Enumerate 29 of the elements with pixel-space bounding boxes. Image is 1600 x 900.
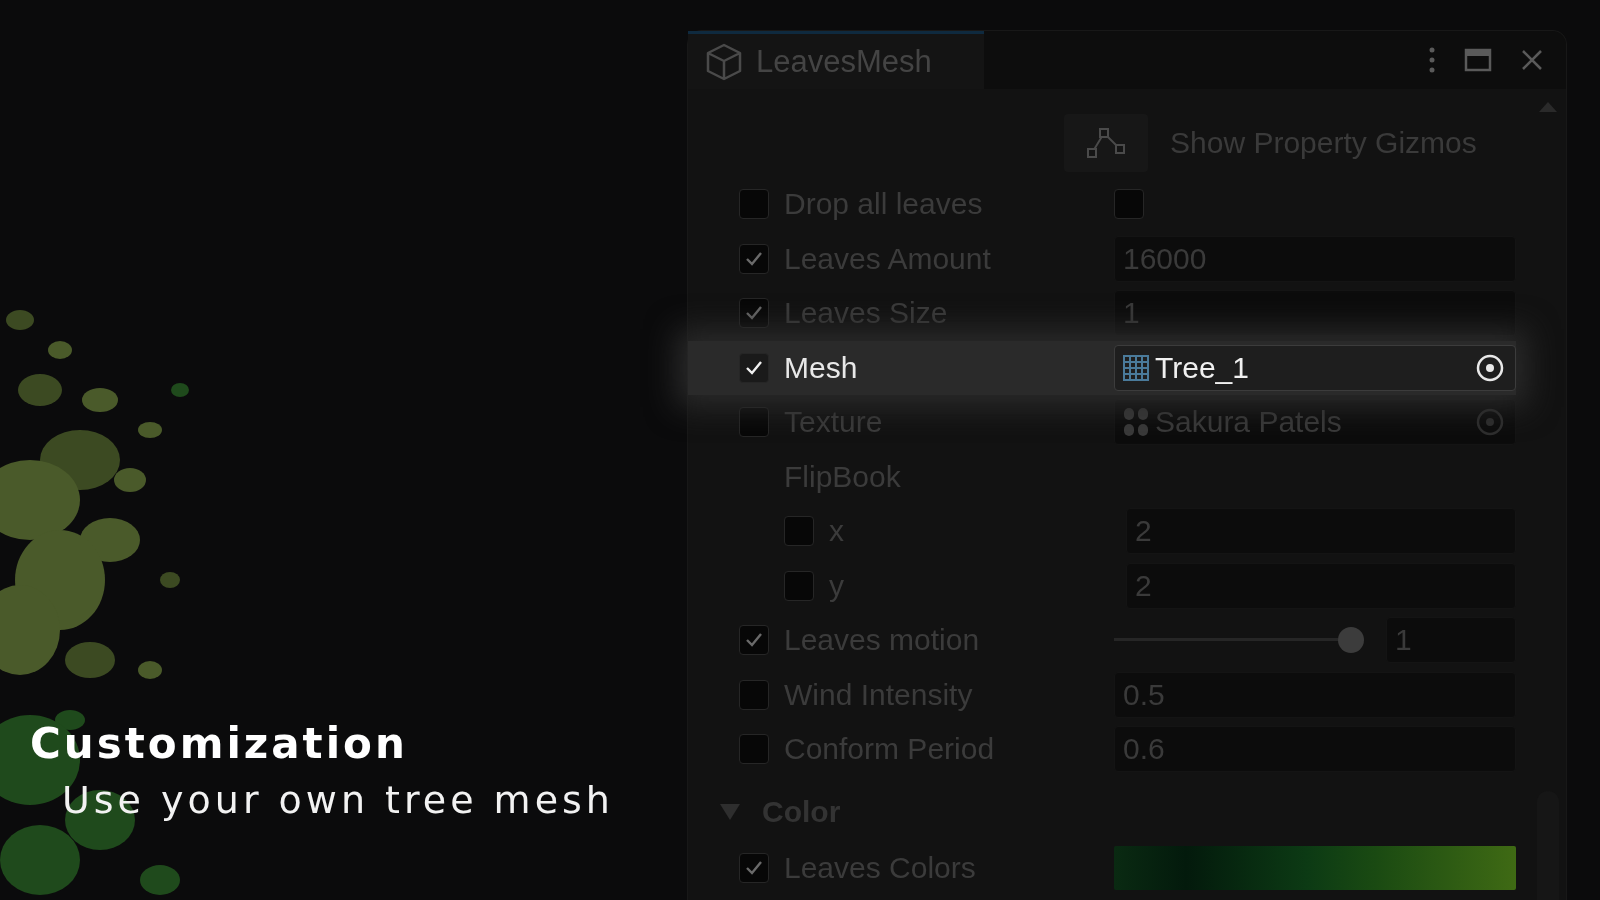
cube-icon bbox=[704, 41, 744, 82]
checkbox[interactable] bbox=[739, 852, 769, 883]
checkbox[interactable] bbox=[1114, 189, 1144, 220]
checkbox[interactable] bbox=[739, 243, 769, 274]
checkbox[interactable] bbox=[739, 679, 769, 710]
grid-icon bbox=[1123, 354, 1149, 381]
checkbox[interactable] bbox=[739, 298, 769, 329]
dots-icon bbox=[1123, 407, 1149, 438]
caption-subtitle: Use your own tree mesh bbox=[62, 778, 614, 822]
checkbox[interactable] bbox=[739, 189, 769, 220]
checkbox[interactable] bbox=[784, 570, 814, 601]
checkbox[interactable] bbox=[739, 407, 769, 438]
object-field[interactable]: Tree_1 bbox=[1114, 344, 1516, 391]
gradient-field[interactable] bbox=[1114, 845, 1516, 890]
close-icon[interactable] bbox=[1520, 48, 1544, 72]
property-label: Mesh bbox=[784, 350, 859, 385]
gizmo-icon bbox=[1086, 127, 1126, 159]
checkbox[interactable] bbox=[739, 625, 769, 656]
gizmo-button[interactable] bbox=[1064, 114, 1148, 172]
checkbox[interactable] bbox=[739, 352, 769, 383]
more-icon[interactable] bbox=[1428, 46, 1436, 74]
caption-title: Customization bbox=[30, 719, 408, 768]
maximize-icon[interactable] bbox=[1464, 48, 1492, 72]
checkbox[interactable] bbox=[739, 734, 769, 765]
target-icon[interactable] bbox=[1475, 352, 1505, 383]
expand-triangle-icon[interactable] bbox=[718, 801, 742, 822]
checkbox[interactable] bbox=[784, 516, 814, 547]
slider-thumb[interactable] bbox=[1338, 627, 1364, 654]
scroll-up-icon[interactable] bbox=[1538, 101, 1558, 113]
